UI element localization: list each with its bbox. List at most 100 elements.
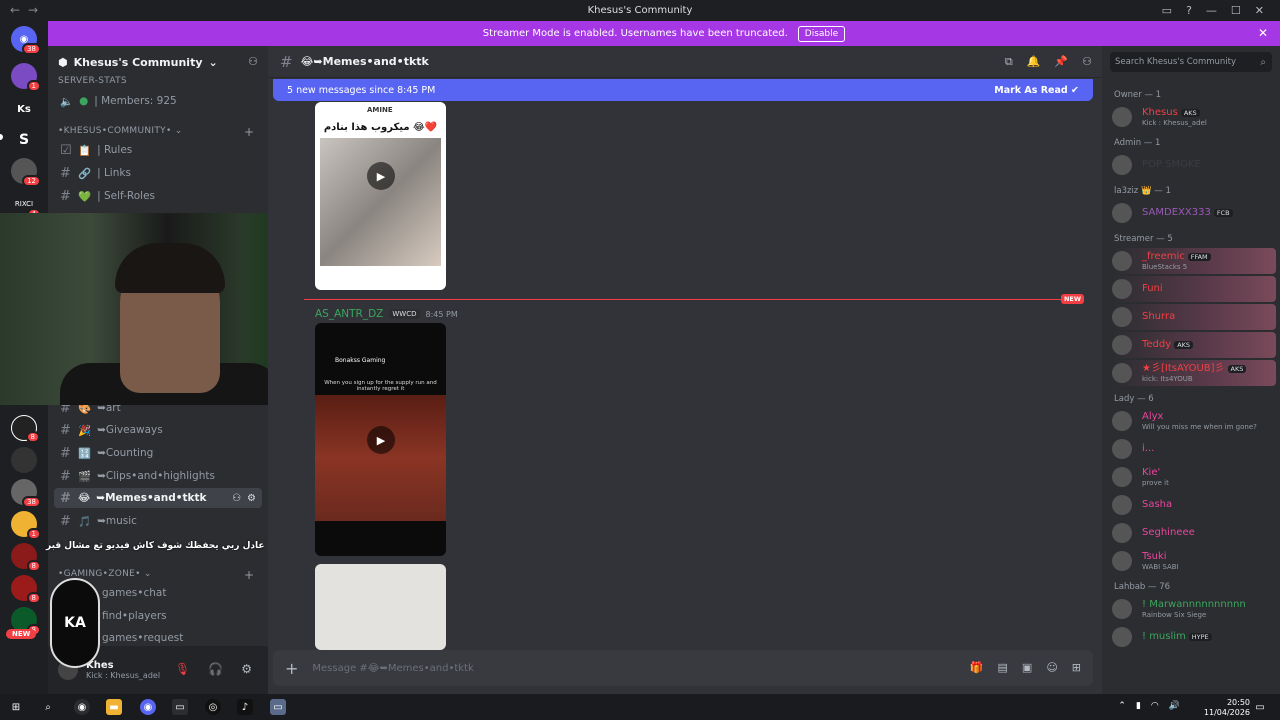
member-item[interactable]: Kie' prove it (1112, 464, 1276, 490)
disable-button[interactable]: Disable (797, 25, 846, 42)
member-item[interactable]: Seghineee (1112, 520, 1276, 546)
channel-self-roles[interactable]: # 💚 | Self-Roles (54, 186, 262, 206)
server-icon[interactable]: 8 (11, 543, 41, 572)
member-item[interactable]: Alyx Will you miss me when im gone? (1112, 408, 1276, 434)
member-item[interactable]: i... (1112, 436, 1276, 462)
server-badge: 1 (26, 528, 41, 540)
channel-music[interactable]: # 🎵 ➥music (54, 511, 262, 531)
headphones-icon[interactable]: 🎧 (208, 662, 223, 676)
start-icon[interactable]: ⊞ (8, 699, 24, 715)
server-icon[interactable] (11, 447, 37, 473)
member-status: kick: Its4YOUB (1142, 374, 1193, 383)
bell-icon[interactable]: 🔔 (1027, 55, 1041, 69)
gift-icon[interactable]: 🎁 (970, 661, 984, 674)
channel-members[interactable]: 🔈 ● | Members: 925 (54, 91, 262, 111)
mark-as-read-button[interactable]: Mark As Read ✔ (994, 85, 1079, 96)
gear-icon[interactable]: ⚙ (247, 493, 256, 504)
meme-video[interactable]: AMINE ميكروب هذا بنادم 😂❤️ ▶ (315, 102, 446, 290)
tiktok-icon[interactable]: ♪ (237, 699, 253, 715)
wifi-icon[interactable]: ◠ (1151, 701, 1159, 711)
notification-icon[interactable]: ▭ (1252, 699, 1268, 715)
gif-icon[interactable]: ▤ (998, 661, 1008, 674)
battery-icon[interactable]: ▮ (1136, 701, 1141, 711)
tweet-video[interactable]: Bonakss Gaming When you sign up for the … (315, 323, 446, 556)
member-item[interactable]: Teddy AKS (1112, 332, 1276, 358)
obs-icon[interactable]: ◎ (205, 699, 221, 715)
help-icon[interactable]: ? (1186, 4, 1192, 17)
terminal-icon[interactable]: ▭ (172, 699, 188, 715)
discord-icon[interactable]: ◉ (140, 699, 156, 715)
volume-icon[interactable]: 🔊 (1169, 701, 1180, 711)
member-item[interactable]: POP SMOKE (1112, 152, 1276, 178)
chevron-up-icon[interactable]: ⌃ (1118, 701, 1126, 711)
add-attachment-icon[interactable]: + (285, 659, 298, 678)
server-icon[interactable]: S (11, 127, 37, 153)
server-icon[interactable]: 8 (11, 415, 40, 443)
new-servers-pill[interactable]: NEW (6, 629, 37, 639)
server-icon[interactable]: Ks (11, 96, 37, 122)
gear-icon[interactable]: ⚙ (241, 662, 252, 676)
server-icon[interactable]: 8 (11, 575, 41, 604)
member-item[interactable]: Tsuki WABI SABI (1112, 548, 1276, 574)
maximize-button[interactable]: ☐ (1231, 4, 1241, 17)
member-item[interactable]: Shurra (1112, 304, 1276, 330)
channel-memes[interactable]: # 😂 ➥Memes•and•tktk ⚇ ⚙ (54, 488, 262, 508)
close-icon[interactable]: ✕ (1258, 26, 1268, 40)
server-icon[interactable]: 12 (11, 158, 41, 187)
file-explorer-icon[interactable]: ▬ (106, 699, 122, 715)
add-channel-icon[interactable]: + (244, 568, 254, 582)
play-icon[interactable]: ▶ (367, 162, 395, 190)
threads-icon[interactable]: ⧉ (1005, 55, 1013, 69)
search-input[interactable]: Search Khesus's Community ⌕ (1110, 52, 1272, 72)
channel-links[interactable]: # 🔗 | Links (54, 163, 262, 183)
member-item[interactable]: Funi (1112, 276, 1276, 302)
home-button[interactable]: ◉ 38 (11, 26, 41, 55)
member-item[interactable]: ! Marwannnnnnnnnn Rainbow Six Siege (1112, 596, 1276, 622)
server-icon[interactable]: 38 (11, 479, 41, 508)
member-item[interactable]: ! muslim HYPE (1112, 624, 1276, 650)
server-icon[interactable]: 1 (11, 63, 41, 92)
member-group-header: Lahbab — 76 (1114, 582, 1171, 592)
invite-icon[interactable]: ⚇ (248, 55, 258, 68)
mic-muted-icon[interactable]: 🎙 (175, 662, 190, 676)
app-icon[interactable]: ▭ (270, 699, 286, 715)
sticker-icon[interactable]: ▣ (1022, 661, 1032, 674)
category-server-stats[interactable]: SERVER-STATS (58, 76, 127, 86)
new-messages-bar[interactable]: 5 new messages since 8:45 PM Mark As Rea… (273, 79, 1093, 101)
member-item[interactable]: SAMDEXX333 FCB (1112, 200, 1276, 226)
minimize-button[interactable]: — (1206, 4, 1217, 17)
server-icon[interactable]: 1 (11, 511, 41, 540)
member-item[interactable]: ★彡[ItsAYOUB]彡 AKS kick: Its4YOUB (1112, 360, 1276, 386)
channel-clips[interactable]: # 🎬 ➥Clips•and•highlights (54, 466, 262, 486)
channel-rules[interactable]: ☑ 📋 | Rules (54, 140, 262, 160)
channel-giveaways[interactable]: # 🎉 ➥Giveaways (54, 420, 262, 440)
emoji-icon[interactable]: ☺ (1046, 661, 1057, 674)
new-tag: NEW (1060, 294, 1084, 304)
add-channel-icon[interactable]: + (244, 125, 254, 139)
hash-icon: # (280, 52, 293, 71)
member-group-header: la3ziz 👑 — 1 (1114, 186, 1171, 196)
clock[interactable]: 20:50 11/04/2026 (1204, 698, 1250, 717)
play-icon[interactable]: ▶ (367, 426, 395, 454)
member-item[interactable]: _freemic FFAM BlueStacks 5 (1112, 248, 1276, 274)
pin-icon[interactable]: 📌 (1054, 55, 1068, 69)
channel-title: 😂➥Memes•and•tktk (300, 55, 429, 68)
author-name[interactable]: AS_ANTR_DZ (315, 308, 383, 320)
message-input[interactable]: Message #😂➥Memes•and•tktk (312, 663, 473, 674)
inbox-icon[interactable]: ▭ (1162, 4, 1172, 17)
member-item[interactable]: Sasha (1112, 492, 1276, 518)
channel-counting[interactable]: # 🔢 ➥Counting (54, 443, 262, 463)
server-header[interactable]: ⬢ Khesus's Community ⌄ ⚇ (48, 46, 268, 78)
category-khesus-community[interactable]: •KHESUS•COMMUNITY• ⌄ + (58, 125, 254, 139)
search-icon[interactable]: ⌕ (40, 699, 56, 715)
chrome-icon[interactable]: ◉ (74, 699, 90, 715)
add-member-icon[interactable]: ⚇ (232, 493, 241, 504)
video-thumbnail (315, 395, 446, 521)
close-button[interactable]: ✕ (1255, 4, 1264, 17)
message-composer[interactable]: + Message #😂➥Memes•and•tktk 🎁 ▤ ▣ ☺ ⊞ (273, 650, 1093, 686)
member-item[interactable]: Khesus AKS Kick : Khesus_adel (1112, 104, 1276, 130)
attachment-preview[interactable] (315, 564, 446, 650)
apps-icon[interactable]: ⊞ (1072, 661, 1081, 674)
members-icon[interactable]: ⚇ (1082, 55, 1092, 69)
member-tag: AKS (1180, 109, 1200, 118)
